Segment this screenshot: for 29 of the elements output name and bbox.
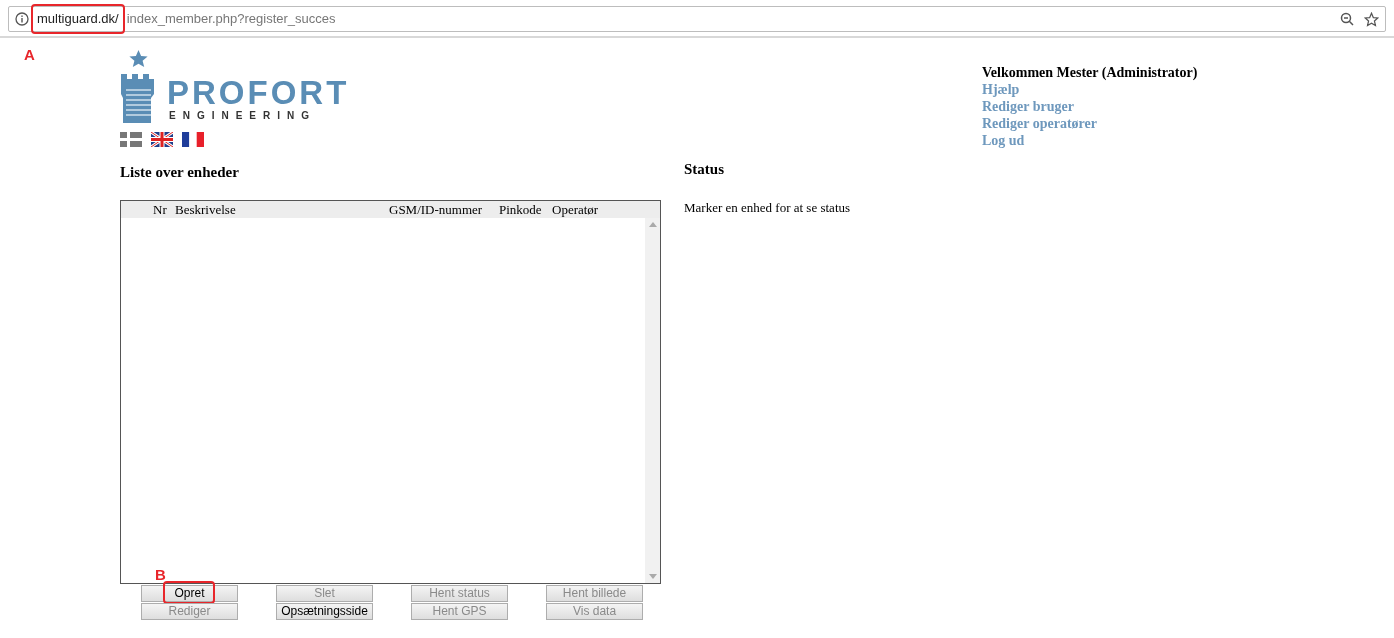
flag-icon[interactable] [151, 132, 173, 147]
menu-link[interactable]: Hjælp [982, 81, 1020, 98]
status-message: Marker en enhed for at se status [684, 198, 852, 217]
column-header: Beskrivelse [175, 200, 237, 218]
annotation-label: A [24, 45, 35, 65]
flag-icon[interactable] [120, 132, 142, 147]
column-header: Pinkode [499, 200, 543, 218]
section-title: Liste over enheder [120, 163, 240, 182]
menu-link[interactable]: Rediger bruger [982, 98, 1074, 115]
logo-name: PROFORT [167, 77, 350, 109]
tower-logo-icon [120, 50, 157, 124]
address-bar[interactable]: multiguard.dk/ index_member.php?register_succes [8, 6, 1386, 32]
url-path: index_member.php?register_succes [126, 10, 336, 29]
column-header: Operatør [552, 200, 599, 218]
annotation-label: B [155, 565, 166, 583]
welcome-text: Velkommen Mester (Administrator) [982, 64, 1198, 81]
logo-tagline: ENGINEERING [169, 109, 317, 122]
menu-link[interactable]: Rediger operatører [982, 115, 1097, 132]
section-title: Status [684, 160, 725, 179]
action-button[interactable]: Opret [141, 584, 238, 602]
zoom-out-icon[interactable] [1340, 12, 1354, 26]
info-icon[interactable] [15, 12, 29, 26]
menu-link[interactable]: Log ud [982, 132, 1025, 149]
url-domain: multiguard.dk/ [37, 11, 119, 27]
column-header: Nr [153, 200, 168, 218]
bookmark-star-icon[interactable] [1364, 11, 1379, 27]
column-header: GSM/ID-nummer [389, 200, 484, 218]
action-button[interactable]: Opsætningsside [276, 602, 373, 620]
flag-icon[interactable] [182, 132, 204, 147]
